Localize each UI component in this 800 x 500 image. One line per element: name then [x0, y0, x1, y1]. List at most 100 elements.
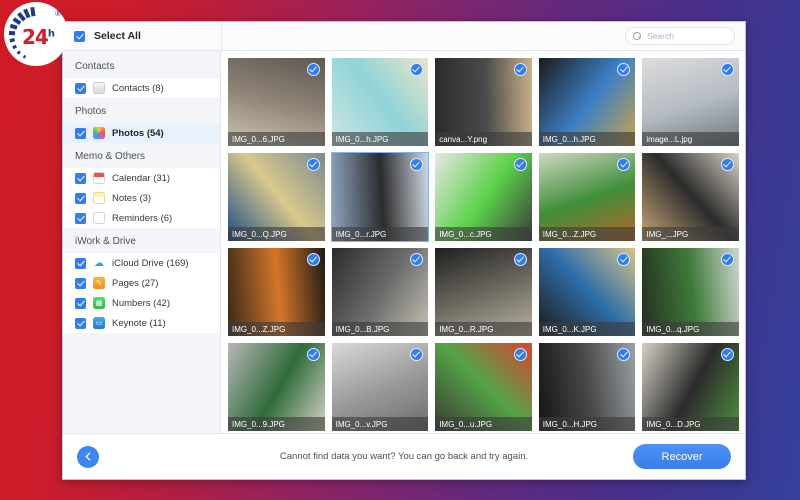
thumbnail-selected-badge[interactable]: [513, 63, 527, 76]
thumbnail-filename: IMG_...JPG: [642, 227, 739, 241]
photo-thumbnail[interactable]: image...L.jpg: [642, 58, 739, 146]
calendar-icon: [93, 172, 105, 184]
sidebar-item[interactable]: ☁ iCloud Drive (169): [63, 253, 220, 273]
sidebar-group-title: Memo & Others: [63, 143, 220, 168]
photo-thumbnail[interactable]: IMG_0...6.JPG: [228, 58, 325, 146]
pages-icon: ✎: [93, 277, 105, 289]
search-input[interactable]: Search: [625, 27, 735, 45]
sidebar-item-label: Calendar (31): [112, 172, 171, 184]
thumbnail-selected-badge[interactable]: [513, 348, 527, 361]
thumbnail-selected-badge[interactable]: [306, 63, 320, 76]
thumbnail-selected-badge[interactable]: [306, 253, 320, 266]
photo-thumbnail[interactable]: IMG_0...D.JPG: [642, 343, 739, 431]
sidebar-item[interactable]: ✎ Pages (27): [63, 273, 220, 293]
thumbnail-filename: IMG_0...9.JPG: [228, 417, 325, 431]
sidebar-item[interactable]: Contacts (8): [63, 78, 220, 98]
sidebar-item-checkbox[interactable]: [75, 127, 86, 139]
thumbnail-filename: IMG_0...u.JPG: [435, 417, 532, 431]
thumbnail-filename: IMG_0...K.JPG: [538, 322, 636, 336]
select-all-row[interactable]: Select All: [63, 30, 221, 42]
thumbnail-filename: IMG_0...B.JPG: [331, 322, 429, 336]
photo-thumbnail[interactable]: IMG_0...Q.JPG: [228, 153, 325, 241]
sidebar-item-label: Keynote (11): [112, 317, 166, 329]
thumbnail-filename: IMG_0...q.JPG: [642, 322, 739, 336]
thumbnail-filename: IMG_0...h.JPG: [331, 132, 429, 146]
photo-thumbnail[interactable]: IMG_0...q.JPG: [642, 248, 739, 336]
photo-thumbnail[interactable]: IMG_0...h.JPG: [331, 58, 429, 146]
select-all-label: Select All: [94, 30, 141, 42]
sidebar-group-title: Photos: [63, 98, 220, 123]
select-all-checkbox[interactable]: [74, 30, 85, 42]
sidebar-item[interactable]: ▭ Keynote (11): [63, 313, 220, 333]
sidebar-item[interactable]: Photos (54): [63, 123, 220, 143]
photo-thumbnail[interactable]: IMG_0...h.JPG: [538, 58, 636, 146]
thumbnail-selected-badge[interactable]: [306, 158, 320, 171]
photo-thumbnail[interactable]: IMG_0...r.JPG: [330, 152, 430, 242]
sidebar-item-checkbox[interactable]: [75, 172, 86, 184]
photo-thumbnail[interactable]: IMG_0...H.JPG: [538, 343, 636, 431]
thumbnail-filename: IMG_0...Q.JPG: [228, 227, 325, 241]
sidebar-item-checkbox[interactable]: [75, 277, 86, 289]
sidebar-item-checkbox[interactable]: [75, 82, 86, 94]
search-icon: [633, 31, 642, 41]
logo-superscript: h: [47, 28, 55, 40]
thumbnail-selected-badge[interactable]: [306, 348, 320, 361]
thumbnail-selected-badge[interactable]: [720, 348, 734, 361]
thumbnail-selected-badge[interactable]: [513, 253, 527, 266]
sidebar-item-label: Notes (3): [112, 192, 152, 204]
thumbnail-selected-badge[interactable]: [720, 253, 734, 266]
sidebar-item-label: Numbers (42): [112, 297, 171, 309]
thumbnail-filename: IMG_0...c.JPG: [435, 227, 532, 241]
photo-thumbnail[interactable]: IMG_0...v.JPG: [331, 343, 429, 431]
app-window: Select All Search Contacts Contacts (8) Ph…: [62, 21, 746, 480]
sidebar-item[interactable]: ▦ Numbers (42): [63, 293, 220, 313]
sidebar-item-checkbox[interactable]: [75, 192, 86, 204]
registered-mark: ®: [55, 9, 61, 18]
photo-thumbnail[interactable]: canva...Y.png: [435, 58, 532, 146]
brand-logo: ® 24h: [4, 2, 68, 66]
thumbnail-selected-badge[interactable]: [720, 158, 734, 171]
thumbnail-selected-badge[interactable]: [720, 63, 734, 76]
icloud-drive-icon: ☁: [94, 257, 104, 269]
photo-grid: IMG_0...6.JPG IMG_0...h.JPG canva...Y.png I…: [228, 58, 739, 431]
contacts-icon: [93, 82, 105, 94]
photo-thumbnail[interactable]: IMG_0...Z.JPG: [538, 153, 636, 241]
thumbnail-filename: IMG_0...H.JPG: [538, 417, 636, 431]
thumbnail-filename: IMG_0...h.JPG: [538, 132, 636, 146]
sidebar-item-label: Photos (54): [112, 127, 164, 139]
thumbnail-filename: IMG_0...v.JPG: [331, 417, 429, 431]
sidebar-item[interactable]: Calendar (31): [63, 168, 220, 188]
sidebar-item-checkbox[interactable]: [75, 317, 86, 329]
sidebar-group-title: iWork & Drive: [63, 228, 220, 253]
photo-thumbnail[interactable]: IMG_0...9.JPG: [228, 343, 325, 431]
thumbnail-filename: image...L.jpg: [642, 132, 739, 146]
toolbar: Select All Search: [63, 22, 745, 51]
notes-icon: [93, 192, 105, 204]
sidebar-item-checkbox[interactable]: [75, 297, 86, 309]
photo-thumbnail[interactable]: IMG_0...u.JPG: [435, 343, 532, 431]
photo-thumbnail[interactable]: IMG_0...R.JPG: [435, 248, 532, 336]
keynote-icon: ▭: [93, 317, 105, 329]
thumbnail-filename: IMG_0...Z.JPG: [538, 227, 636, 241]
sidebar-item-checkbox[interactable]: [75, 212, 86, 224]
thumbnail-filename: IMG_0...r.JPG: [331, 227, 429, 241]
logo-label: 24h: [22, 25, 55, 49]
sidebar-item-label: Contacts (8): [112, 82, 164, 94]
photo-thumbnail[interactable]: IMG_...JPG: [642, 153, 739, 241]
photo-thumbnail[interactable]: IMG_0...K.JPG: [538, 248, 636, 336]
sidebar-item[interactable]: Notes (3): [63, 188, 220, 208]
numbers-icon: ▦: [93, 297, 105, 309]
photo-thumbnail[interactable]: IMG_0...c.JPG: [435, 153, 532, 241]
sidebar-item-checkbox[interactable]: [75, 257, 86, 269]
sidebar-item[interactable]: Reminders (6): [63, 208, 220, 228]
thumbnail-filename: IMG_0...D.JPG: [642, 417, 739, 431]
thumbnail-filename: IMG_0...6.JPG: [228, 132, 325, 146]
photo-thumbnail[interactable]: IMG_0...Z.JPG: [228, 248, 325, 336]
photo-thumbnail[interactable]: IMG_0...B.JPG: [331, 248, 429, 336]
search-placeholder: Search: [647, 31, 674, 41]
photos-icon: [93, 127, 105, 139]
recover-button[interactable]: Recover: [633, 444, 731, 469]
sidebar-item-label: Reminders (6): [112, 212, 173, 224]
photo-grid-panel[interactable]: IMG_0...6.JPG IMG_0...h.JPG canva...Y.png I…: [221, 51, 745, 433]
thumbnail-selected-badge[interactable]: [513, 158, 527, 171]
